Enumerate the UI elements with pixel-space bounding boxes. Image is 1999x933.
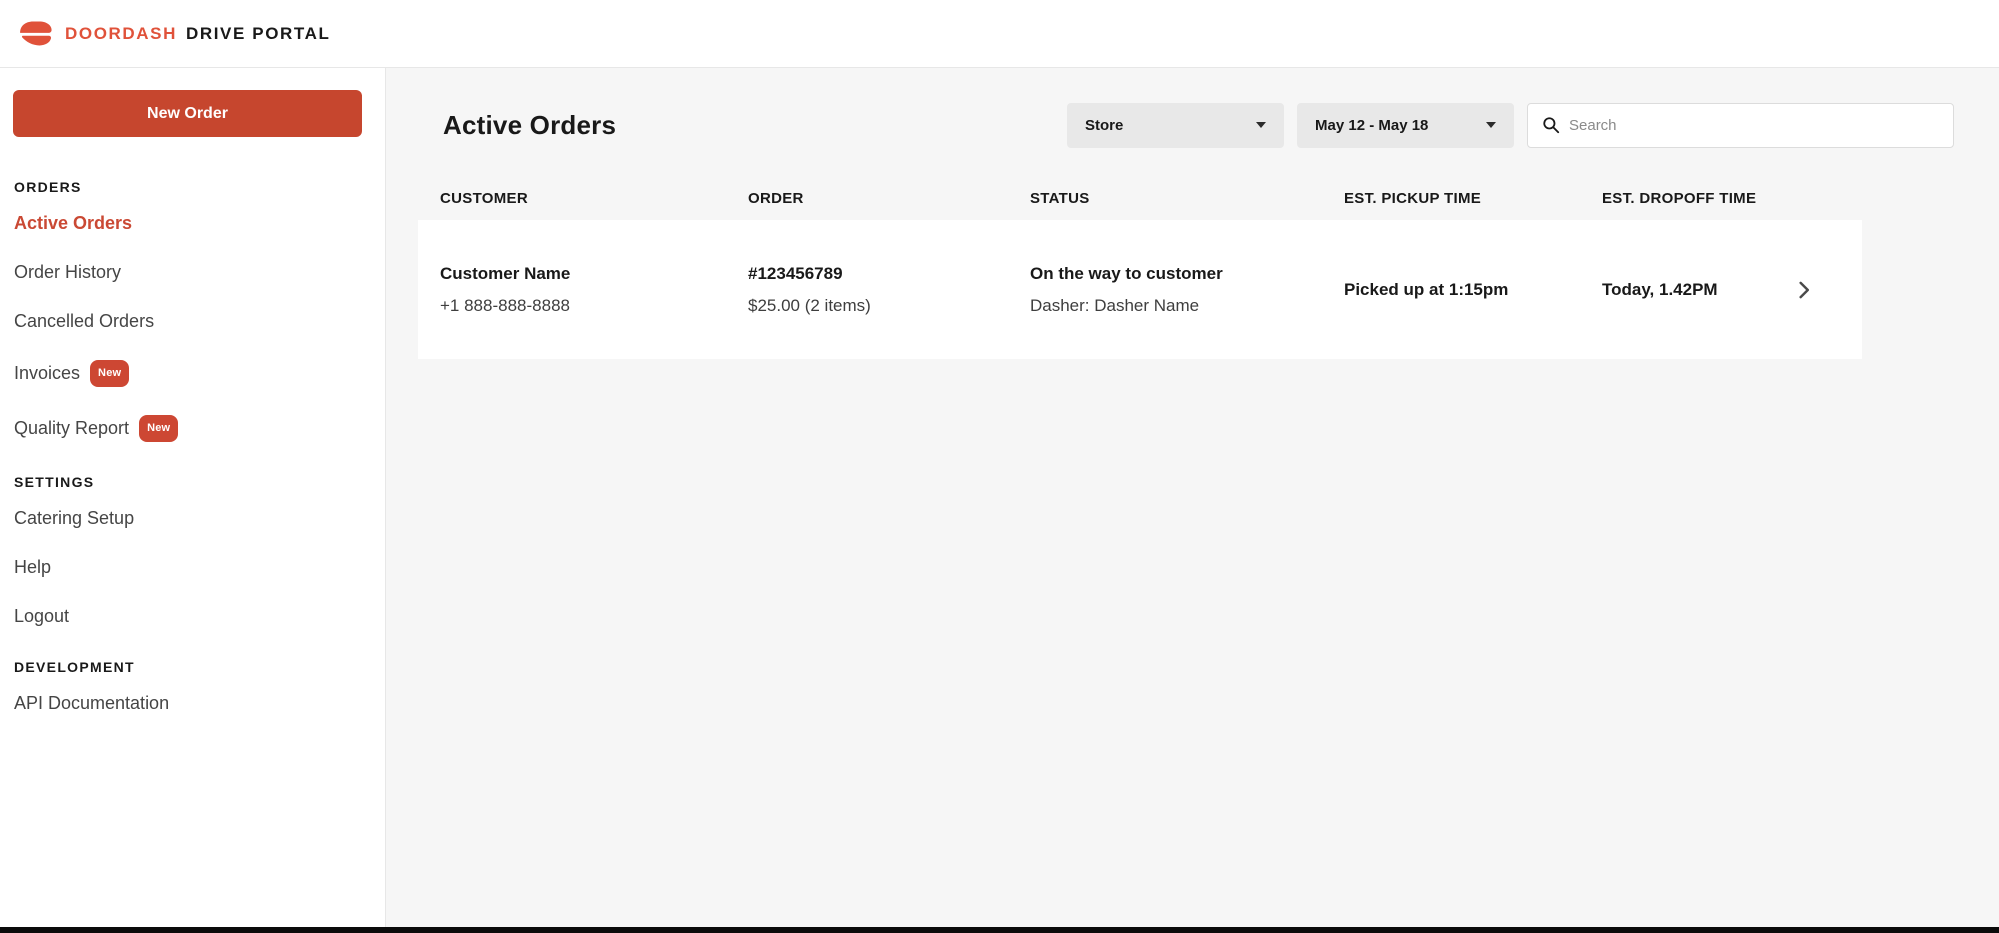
chevron-right-icon: [1799, 281, 1810, 299]
brand-wordmark: DOORDASH DRIVE PORTAL: [65, 24, 331, 44]
sidebar-item-label: Catering Setup: [14, 508, 134, 529]
caret-down-icon: [1486, 122, 1496, 128]
column-header-customer: CUSTOMER: [440, 190, 748, 207]
dropoff-time: Today, 1.42PM: [1602, 280, 1776, 300]
sidebar: New Order ORDERS Active Orders Order His…: [0, 68, 386, 927]
caret-down-icon: [1256, 122, 1266, 128]
sidebar-item-label: Help: [14, 557, 51, 578]
sidebar-nav: ORDERS Active Orders Order History Cance…: [13, 179, 372, 728]
search-box[interactable]: [1527, 103, 1954, 148]
sidebar-item-label: Cancelled Orders: [14, 311, 154, 332]
new-badge: New: [139, 415, 178, 442]
store-dropdown-label: Store: [1085, 117, 1123, 134]
topbar: Active Orders Store May 12 - May 18: [418, 102, 1954, 148]
table-header: CUSTOMER ORDER STATUS EST. PICKUP TIME E…: [418, 190, 1862, 207]
sidebar-item-active-orders[interactable]: Active Orders: [14, 199, 372, 248]
sidebar-item-api-documentation[interactable]: API Documentation: [14, 679, 372, 728]
column-header-order: ORDER: [748, 190, 1030, 207]
brand-doordash: DOORDASH: [65, 24, 177, 44]
order-row[interactable]: Customer Name +1 888-888-8888 #123456789…: [418, 220, 1862, 359]
store-dropdown[interactable]: Store: [1067, 103, 1284, 148]
sidebar-item-label: Invoices: [14, 363, 80, 384]
sidebar-item-label: Logout: [14, 606, 69, 627]
customer-name: Customer Name: [440, 264, 748, 284]
page-title: Active Orders: [443, 110, 616, 141]
sidebar-section-settings: SETTINGS: [14, 474, 372, 490]
status-cell: On the way to customer Dasher: Dasher Na…: [1030, 264, 1344, 316]
sidebar-section-orders: ORDERS: [14, 179, 372, 195]
status-primary: On the way to customer: [1030, 264, 1344, 284]
column-header-status: STATUS: [1030, 190, 1344, 207]
sidebar-item-cancelled-orders[interactable]: Cancelled Orders: [14, 297, 372, 346]
order-total: $25.00 (2 items): [748, 296, 1030, 316]
sidebar-item-quality-report[interactable]: Quality Report New: [14, 401, 372, 456]
row-detail-chevron[interactable]: [1776, 281, 1832, 299]
doordash-logo-icon: [18, 20, 53, 47]
sidebar-item-catering-setup[interactable]: Catering Setup: [14, 494, 372, 543]
filters: Store May 12 - May 18: [1067, 103, 1954, 148]
date-range-dropdown[interactable]: May 12 - May 18: [1297, 103, 1514, 148]
brand-drive-portal: DRIVE PORTAL: [186, 24, 331, 44]
column-header-dropoff-time: EST. DROPOFF TIME: [1602, 190, 1776, 207]
customer-phone: +1 888-888-8888: [440, 296, 748, 316]
sidebar-item-order-history[interactable]: Order History: [14, 248, 372, 297]
bottom-bar: [0, 927, 1999, 933]
order-cell: #123456789 $25.00 (2 items): [748, 264, 1030, 316]
main-content: Active Orders Store May 12 - May 18: [386, 68, 1999, 927]
date-range-label: May 12 - May 18: [1315, 117, 1428, 134]
sidebar-item-help[interactable]: Help: [14, 543, 372, 592]
sidebar-item-logout[interactable]: Logout: [14, 592, 372, 641]
sidebar-item-label: Quality Report: [14, 418, 129, 439]
pickup-time: Picked up at 1:15pm: [1344, 280, 1602, 300]
status-dasher: Dasher: Dasher Name: [1030, 296, 1344, 316]
new-order-button[interactable]: New Order: [13, 90, 362, 137]
new-badge: New: [90, 360, 129, 387]
sidebar-item-label: API Documentation: [14, 693, 169, 714]
sidebar-item-label: Active Orders: [14, 213, 132, 234]
top-header: DOORDASH DRIVE PORTAL: [0, 0, 1999, 68]
column-header-pickup-time: EST. PICKUP TIME: [1344, 190, 1602, 207]
sidebar-section-development: DEVELOPMENT: [14, 659, 372, 675]
customer-cell: Customer Name +1 888-888-8888: [440, 264, 748, 316]
order-id: #123456789: [748, 264, 1030, 284]
sidebar-item-label: Order History: [14, 262, 121, 283]
sidebar-item-invoices[interactable]: Invoices New: [14, 346, 372, 401]
search-icon: [1542, 116, 1560, 134]
search-input[interactable]: [1569, 117, 1939, 134]
